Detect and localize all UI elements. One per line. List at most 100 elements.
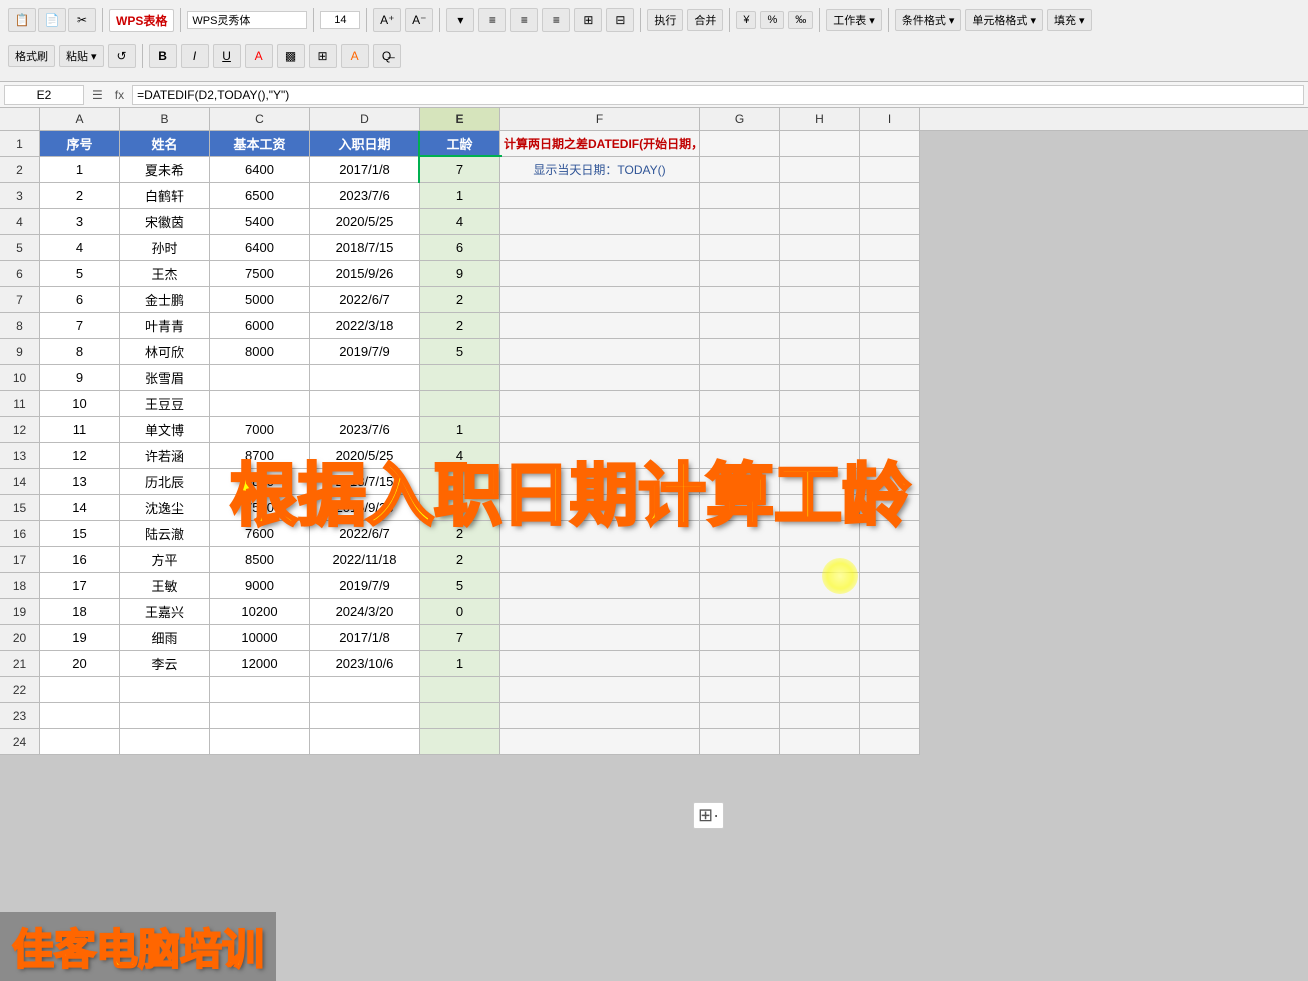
header-h[interactable]: [780, 131, 860, 157]
sep8: [819, 8, 820, 32]
cell-f2[interactable]: 显示当天日期：TODAY(): [500, 157, 700, 183]
cell-i2[interactable]: [860, 157, 920, 183]
cell-b2[interactable]: 夏未希: [120, 157, 210, 183]
col-header-a[interactable]: A: [40, 108, 120, 130]
conditional-format-btn[interactable]: 条件格式 ▾: [895, 9, 962, 31]
align-dropdown-btn[interactable]: ▾: [446, 8, 474, 32]
fill-btn[interactable]: 填充 ▾: [1047, 9, 1092, 31]
col-header-c[interactable]: C: [210, 108, 310, 130]
cell-fill-btn[interactable]: ▩: [277, 44, 305, 68]
toolbar-row2: 格式刷 粘贴 ▾ ↺ B I U A ▩ ⊞ A Q̶: [4, 38, 1304, 74]
col-header-b[interactable]: B: [120, 108, 210, 130]
row-num-8[interactable]: 8: [0, 313, 40, 339]
strikethrough-btn[interactable]: Q̶: [373, 44, 401, 68]
col-header-i[interactable]: I: [860, 108, 920, 130]
permil-btn[interactable]: ‰: [788, 11, 813, 29]
row-num-24[interactable]: 24: [0, 729, 40, 755]
row-num-11[interactable]: 11: [0, 391, 40, 417]
paste-special-btn[interactable]: 粘贴 ▾: [59, 45, 104, 67]
cell-c2[interactable]: 6400: [210, 157, 310, 183]
col-header-g[interactable]: G: [700, 108, 780, 130]
table-header-row: 序号 姓名 基本工资 入职日期 工龄 计算两日期之差DATEDIF(开始日期，结…: [40, 131, 920, 157]
font-shrink-btn[interactable]: A⁻: [405, 8, 433, 32]
italic-btn[interactable]: I: [181, 44, 209, 68]
header-g[interactable]: [700, 131, 780, 157]
row-num-6[interactable]: 6: [0, 261, 40, 287]
merge-btn[interactable]: ⊞: [574, 8, 602, 32]
header-date[interactable]: 入职日期: [310, 131, 420, 157]
corner-cell: [0, 108, 40, 130]
header-i[interactable]: [860, 131, 920, 157]
unmerge-btn[interactable]: ⊟: [606, 8, 634, 32]
execute-btn[interactable]: 执行: [647, 9, 683, 31]
paste-btn[interactable]: 📋: [8, 8, 36, 32]
grid-wrapper: 1 2 3 4 5 6 7 8 9 10 11 12 13 14 15 16 1…: [0, 131, 1308, 755]
row-num-16[interactable]: 16: [0, 521, 40, 547]
font-color-btn[interactable]: A: [245, 44, 273, 68]
cell-d2[interactable]: 2017/1/8: [310, 157, 420, 183]
paste-indicator-icon[interactable]: ⊞·: [693, 802, 724, 829]
cell-e2[interactable]: 7: [420, 157, 500, 183]
row-num-12[interactable]: 12: [0, 417, 40, 443]
border-btn[interactable]: ⊞: [309, 44, 337, 68]
column-headers: A B C D E F G H I: [0, 108, 1308, 131]
header-f[interactable]: 计算两日期之差DATEDIF(开始日期，结束日期）: [500, 131, 700, 157]
row-num-23[interactable]: 23: [0, 703, 40, 729]
col-header-e[interactable]: E: [420, 108, 500, 130]
font-grow-btn[interactable]: A⁺: [373, 8, 401, 32]
align-left-btn[interactable]: ≡: [478, 8, 506, 32]
font-name-input[interactable]: [187, 11, 307, 29]
cell-h2[interactable]: [780, 157, 860, 183]
row-num-19[interactable]: 19: [0, 599, 40, 625]
yuan-btn[interactable]: ¥: [736, 11, 756, 29]
row-num-7[interactable]: 7: [0, 287, 40, 313]
cell-g2[interactable]: [700, 157, 780, 183]
cell-reference-input[interactable]: [4, 85, 84, 105]
align-center-btn[interactable]: ≡: [510, 8, 538, 32]
undo-btn[interactable]: ↺: [108, 44, 136, 68]
row-num-10[interactable]: 10: [0, 365, 40, 391]
formula-bar: ☰ fx: [0, 82, 1308, 108]
sheet-btn[interactable]: 工作表 ▾: [826, 9, 882, 31]
font-bg-btn[interactable]: A: [341, 44, 369, 68]
sep4: [366, 8, 367, 32]
table-row: 3宋徽茵54002020/5/254: [40, 209, 920, 235]
row-num-14[interactable]: 14: [0, 469, 40, 495]
row-num-1[interactable]: 1: [0, 131, 40, 157]
cell-format-btn[interactable]: 单元格格式 ▾: [965, 9, 1043, 31]
header-no[interactable]: 序号: [40, 131, 120, 157]
row-num-5[interactable]: 5: [0, 235, 40, 261]
font-size-input[interactable]: [320, 11, 360, 29]
row-num-15[interactable]: 15: [0, 495, 40, 521]
col-header-d[interactable]: D: [310, 108, 420, 130]
merge-cells-btn[interactable]: 合并: [687, 9, 723, 31]
table-row: 12许若涵87002020/5/254: [40, 443, 920, 469]
sep6: [640, 8, 641, 32]
row-num-22[interactable]: 22: [0, 677, 40, 703]
underline-btn[interactable]: U: [213, 44, 241, 68]
row-num-18[interactable]: 18: [0, 573, 40, 599]
header-name[interactable]: 姓名: [120, 131, 210, 157]
formula-input[interactable]: [132, 85, 1304, 105]
header-years[interactable]: 工龄: [420, 131, 500, 157]
header-salary[interactable]: 基本工资: [210, 131, 310, 157]
row-num-21[interactable]: 21: [0, 651, 40, 677]
format-text-btn[interactable]: 格式刷: [8, 45, 55, 67]
cell-a2[interactable]: 1: [40, 157, 120, 183]
align-right-btn[interactable]: ≡: [542, 8, 570, 32]
bold-btn[interactable]: B: [149, 44, 177, 68]
row-num-13[interactable]: 13: [0, 443, 40, 469]
row-num-17[interactable]: 17: [0, 547, 40, 573]
table-row: 14沈逸尘75002015/9/269: [40, 495, 920, 521]
row-num-20[interactable]: 20: [0, 625, 40, 651]
row-num-4[interactable]: 4: [0, 209, 40, 235]
cut-btn[interactable]: ✂: [68, 8, 96, 32]
toolbar: 📋 📄 ✂ WPS表格 A⁺ A⁻ ▾ ≡ ≡ ≡ ⊞ ⊟ 执行 合并 ¥ % …: [0, 0, 1308, 82]
percent-btn[interactable]: %: [760, 11, 784, 29]
row-num-2[interactable]: 2: [0, 157, 40, 183]
row-num-3[interactable]: 3: [0, 183, 40, 209]
copy-btn[interactable]: 📄: [38, 8, 66, 32]
col-header-f[interactable]: F: [500, 108, 700, 130]
col-header-h[interactable]: H: [780, 108, 860, 130]
row-num-9[interactable]: 9: [0, 339, 40, 365]
